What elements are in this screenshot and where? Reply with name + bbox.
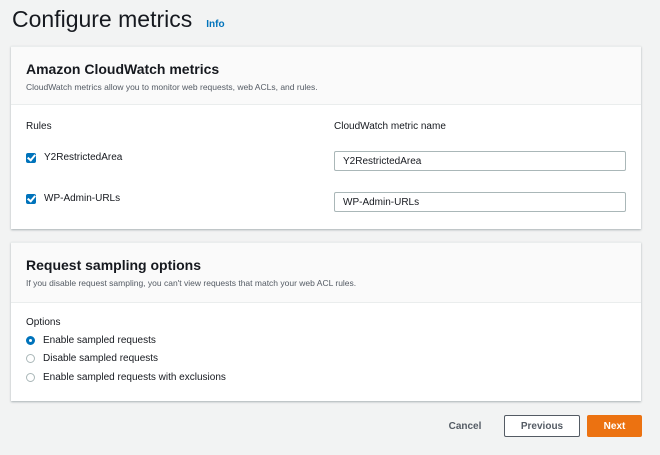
- panel-header: Request sampling options If you disable …: [11, 243, 641, 303]
- radio-label: Disable sampled requests: [43, 353, 159, 364]
- request-sampling-panel: Request sampling options If you disable …: [11, 242, 641, 401]
- option-disable-sampled-requests[interactable]: Disable sampled requests: [26, 353, 158, 364]
- metric-name-input-wp-admin-urls[interactable]: [334, 192, 626, 212]
- panel-description: If you disable request sampling, you can…: [26, 278, 357, 288]
- radio-button[interactable]: [26, 354, 35, 363]
- option-enable-sampled-requests-with-exclusions[interactable]: Enable sampled requests with exclusions: [26, 372, 226, 383]
- rules-column-header: Rules: [26, 121, 52, 132]
- rule-row-wp-admin-urls: WP-Admin-URLs: [26, 193, 120, 204]
- cancel-button[interactable]: Cancel: [440, 415, 490, 437]
- rule-row-y2restrictedarea: Y2RestrictedArea: [26, 152, 122, 163]
- metric-name-column-header: CloudWatch metric name: [334, 121, 446, 132]
- info-link[interactable]: Info: [206, 19, 224, 30]
- radio-button-selected[interactable]: [26, 336, 35, 345]
- radio-button[interactable]: [26, 373, 35, 382]
- configure-metrics-page: Configure metrics Info Amazon CloudWatch…: [0, 0, 660, 455]
- rule-checkbox-y2restrictedarea[interactable]: [26, 152, 36, 163]
- panel-title: Amazon CloudWatch metrics: [26, 61, 220, 77]
- panel-description: CloudWatch metrics allow you to monitor …: [26, 82, 318, 92]
- previous-button[interactable]: Previous: [504, 415, 580, 437]
- option-enable-sampled-requests[interactable]: Enable sampled requests: [26, 335, 156, 346]
- next-button[interactable]: Next: [587, 415, 642, 437]
- rule-checkbox-wp-admin-urls[interactable]: [26, 193, 36, 204]
- page-title: Configure metrics: [12, 6, 193, 32]
- cloudwatch-metrics-panel: Amazon CloudWatch metrics CloudWatch met…: [11, 46, 641, 229]
- radio-label: Enable sampled requests: [43, 335, 156, 346]
- panel-title: Request sampling options: [26, 257, 202, 273]
- rule-label: Y2RestrictedArea: [44, 152, 123, 163]
- metric-name-input-y2restrictedarea[interactable]: [334, 151, 626, 171]
- page-header: Configure metrics Info: [12, 6, 225, 33]
- radio-label: Enable sampled requests with exclusions: [43, 372, 226, 383]
- options-label: Options: [26, 317, 61, 328]
- panel-header: Amazon CloudWatch metrics CloudWatch met…: [11, 47, 641, 105]
- rule-label: WP-Admin-URLs: [44, 193, 121, 204]
